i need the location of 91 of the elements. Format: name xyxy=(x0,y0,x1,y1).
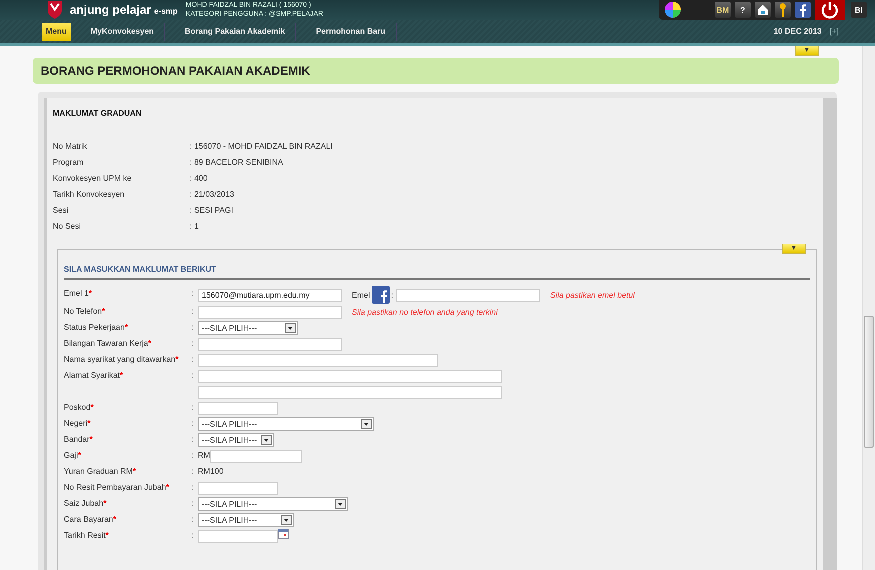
menu-button[interactable]: Menu xyxy=(42,22,71,40)
field-label: Tarikh Resit* xyxy=(64,530,110,542)
dropdown-select[interactable]: ---SILA PILIH--- xyxy=(198,513,294,527)
colon-separator: : xyxy=(192,498,196,510)
colon-separator: : xyxy=(192,466,196,478)
color-wheel-icon[interactable] xyxy=(663,0,683,20)
help-button[interactable]: ? xyxy=(735,2,751,18)
colon-separator: : xyxy=(192,322,196,334)
field-label: Yuran Graduan RM* xyxy=(64,466,138,478)
shield-logo-icon xyxy=(48,1,62,19)
field-value: : 1 xyxy=(190,222,199,230)
colon-separator: : xyxy=(192,338,196,350)
dropdown-caret-icon xyxy=(281,515,292,525)
brand-name: anjung pelajar xyxy=(70,3,152,17)
field-label: Alamat Syarikat* xyxy=(64,370,124,382)
language-bi-button[interactable]: BI xyxy=(851,2,867,18)
section-title: MAKLUMAT GRADUAN xyxy=(53,109,143,118)
dropdown-caret-icon xyxy=(361,419,372,429)
field-label: No Telefon* xyxy=(64,306,106,318)
text-input-field[interactable] xyxy=(198,338,342,350)
text-input-field[interactable] xyxy=(198,482,278,494)
currency-prefix: RM xyxy=(198,450,210,462)
field-value: : 156070 - MOHD FAIDZAL BIN RAZALI xyxy=(190,142,333,150)
colon-separator: : xyxy=(192,354,196,366)
field-label: Tarikh Konvokesyen xyxy=(53,190,126,198)
current-date: 10 DEC 2013 xyxy=(774,27,822,36)
breadcrumb-link[interactable]: MyKonvokesyen xyxy=(80,22,166,40)
email-input-field[interactable]: 156070@mutiara.upm.edu.my xyxy=(198,288,342,302)
salary-input-field[interactable] xyxy=(210,450,302,462)
field-label: Negeri* xyxy=(64,418,92,430)
field-label: Emel 1* xyxy=(64,288,94,300)
dropdown-select[interactable]: ---SILA PILIH--- xyxy=(198,497,348,511)
field-value: RM100 xyxy=(198,466,224,478)
field-label: Poskod* xyxy=(64,402,95,414)
colon-separator: : xyxy=(192,450,196,462)
section-title: SILA MASUKKAN MAKLUMAT BERIKUT xyxy=(64,250,810,280)
field-value: : 21/03/2013 xyxy=(190,190,234,198)
breadcrumb-link[interactable]: Permohonan Baru xyxy=(306,22,397,40)
hint-text: Sila pastikan no telefon anda yang terkini xyxy=(352,308,498,316)
field-label: No Resit Pembayaran Jubah* xyxy=(64,482,170,494)
calendar-icon[interactable] xyxy=(278,529,289,539)
hint-text: Sila pastikan emel betul xyxy=(550,290,635,300)
colon-separator: : xyxy=(192,306,196,318)
dropdown-select[interactable]: ---SILA PILIH--- xyxy=(198,321,298,335)
colon-separator: : xyxy=(192,530,196,542)
colon-separator: : xyxy=(391,290,394,300)
field-label: Bandar* xyxy=(64,434,94,446)
text-input-field[interactable] xyxy=(198,402,278,414)
home-icon[interactable] xyxy=(755,2,771,18)
address-input-field[interactable] xyxy=(198,370,502,383)
field-label: Emel xyxy=(352,290,370,300)
text-input-field[interactable] xyxy=(198,354,438,366)
field-label: Nama syarikat yang ditawarkan* xyxy=(64,354,180,366)
field-label: Gaji* xyxy=(64,450,82,462)
colon-separator: : xyxy=(192,288,196,300)
field-value: : 400 xyxy=(190,174,208,182)
date-input-field[interactable] xyxy=(198,530,278,542)
colon-separator: : xyxy=(192,514,196,526)
field-label: Bilangan Tawaran Kerja* xyxy=(64,338,152,350)
breadcrumb-link[interactable]: Borang Pakaian Akademik xyxy=(175,22,296,40)
page-title: BORANG PERMOHONAN PAKAIAN AKADEMIK xyxy=(41,64,310,78)
facebook-icon xyxy=(372,286,390,304)
dropdown-caret-icon xyxy=(261,435,272,445)
logout-power-icon[interactable] xyxy=(815,0,845,20)
facebook-email-input-field[interactable] xyxy=(396,288,540,302)
address-input-field[interactable] xyxy=(198,386,502,399)
dropdown-select[interactable]: ---SILA PILIH--- xyxy=(198,433,274,447)
brand-subtitle: e-smp xyxy=(154,7,178,17)
field-value: : SESI PAGI xyxy=(190,206,234,214)
language-bm-button[interactable]: BM xyxy=(715,2,731,18)
field-value: : 89 BACELOR SENIBINA xyxy=(190,158,284,166)
colon-separator: : xyxy=(192,418,196,430)
dropdown-select[interactable]: ---SILA PILIH--- xyxy=(198,417,374,431)
field-label: No Matrik xyxy=(53,142,88,150)
colon-separator: : xyxy=(192,402,196,414)
colon-separator: : xyxy=(192,482,196,494)
field-label: Program xyxy=(53,158,85,166)
colon-separator: : xyxy=(192,370,196,382)
colon-separator: : xyxy=(192,434,196,446)
field-label: Saiz Jubah* xyxy=(64,498,108,510)
dropdown-caret-icon xyxy=(285,323,296,333)
expand-link[interactable]: [+] xyxy=(830,27,839,36)
field-label: Sesi xyxy=(53,206,70,214)
field-label: No Sesi xyxy=(53,222,82,230)
facebook-icon[interactable] xyxy=(795,2,811,18)
field-label: Status Pekerjaan* xyxy=(64,322,130,334)
field-label: Cara Bayaran* xyxy=(64,514,118,526)
dropdown-caret-icon xyxy=(335,499,346,509)
text-input-field[interactable] xyxy=(198,306,342,318)
key-icon[interactable] xyxy=(775,2,791,18)
field-label: Konvokesyen UPM ke xyxy=(53,174,133,182)
